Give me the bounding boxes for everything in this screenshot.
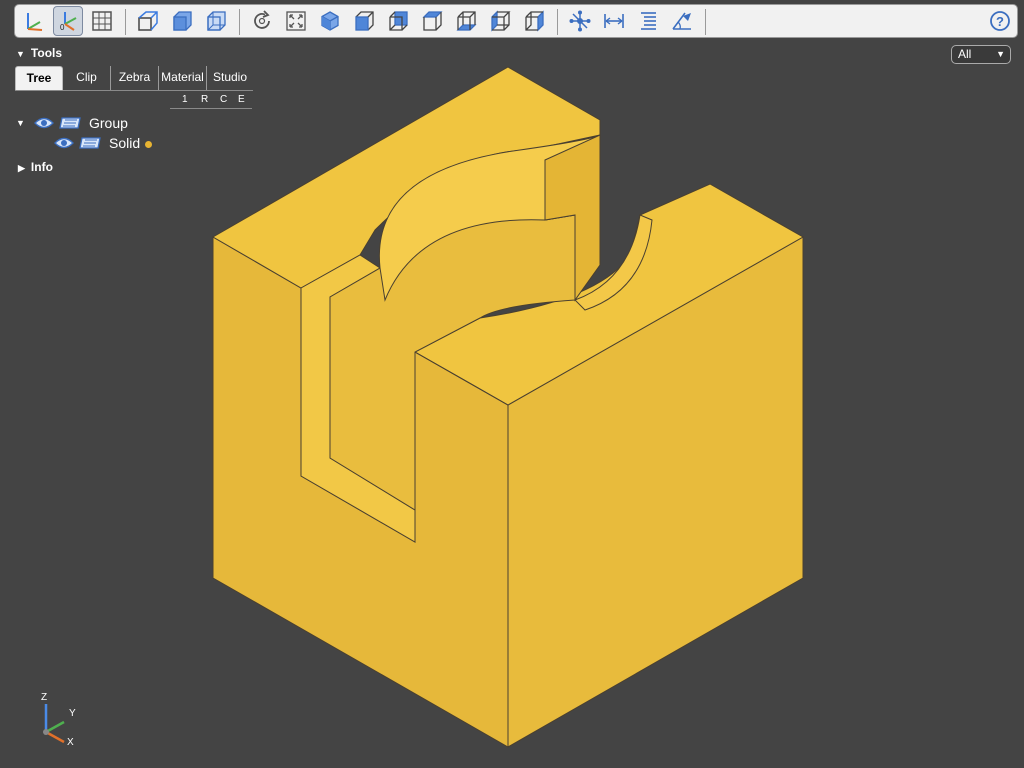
axis-label-x: X [67,737,74,748]
axis-label-y: Y [69,708,76,719]
model-viewport[interactable] [0,0,1024,768]
axes-indicator: Z Y X [34,692,84,752]
axis-label-z: Z [41,692,48,703]
